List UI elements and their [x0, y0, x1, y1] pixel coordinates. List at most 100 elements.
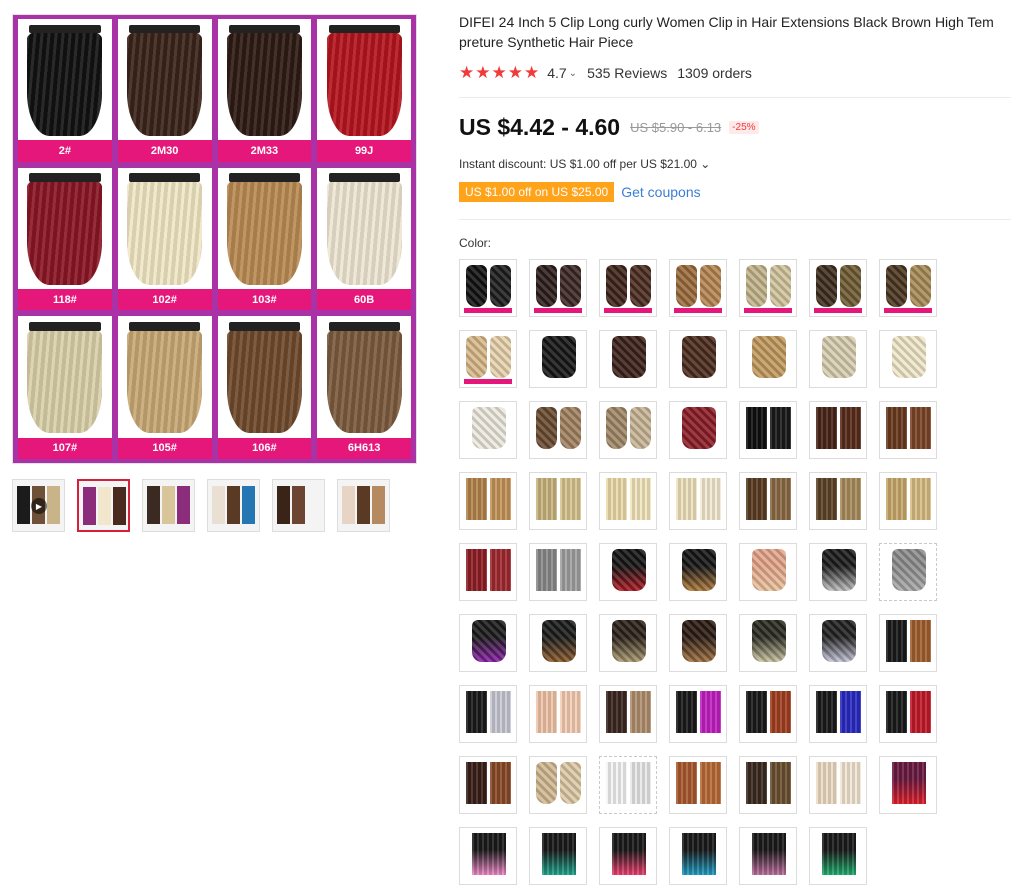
- hair-preview: [910, 478, 931, 520]
- color-option[interactable]: [529, 472, 587, 530]
- color-option[interactable]: [529, 401, 587, 459]
- hair-preview: [752, 620, 786, 662]
- color-option[interactable]: [739, 543, 797, 601]
- color-option[interactable]: [879, 614, 937, 672]
- rating-chevron-icon[interactable]: ⌄: [569, 68, 577, 79]
- hair-preview: [630, 762, 651, 804]
- color-option[interactable]: [459, 330, 517, 388]
- hair-clip: [29, 24, 101, 34]
- color-option[interactable]: [459, 685, 517, 743]
- color-option[interactable]: [529, 543, 587, 601]
- hair-preview: [752, 833, 786, 875]
- color-option[interactable]: [669, 756, 727, 814]
- color-option[interactable]: [669, 827, 727, 885]
- color-option[interactable]: [459, 543, 517, 601]
- color-option[interactable]: [809, 827, 867, 885]
- color-option[interactable]: [809, 543, 867, 601]
- rating-value[interactable]: 4.7: [547, 65, 566, 81]
- thumb-straight[interactable]: [272, 479, 325, 532]
- color-option[interactable]: [739, 330, 797, 388]
- color-option[interactable]: [669, 685, 727, 743]
- color-option[interactable]: [599, 259, 657, 317]
- thumb-steps[interactable]: [337, 479, 390, 532]
- color-option[interactable]: [739, 401, 797, 459]
- hair-preview: [536, 762, 557, 804]
- color-option[interactable]: [459, 259, 517, 317]
- color-option[interactable]: [599, 472, 657, 530]
- color-option[interactable]: [739, 685, 797, 743]
- swatch-code-label: 107#: [18, 437, 112, 459]
- thumb-video[interactable]: ▶: [12, 479, 65, 532]
- hair-preview: [910, 620, 931, 662]
- color-option[interactable]: [529, 756, 587, 814]
- color-option[interactable]: [809, 614, 867, 672]
- color-option[interactable]: [529, 614, 587, 672]
- hair-preview: [490, 691, 511, 733]
- color-option[interactable]: [739, 472, 797, 530]
- color-option[interactable]: [879, 472, 937, 530]
- hair-clip: [129, 322, 201, 331]
- hair-preview: [752, 549, 786, 591]
- color-option[interactable]: [739, 827, 797, 885]
- swatch-label-bar: [674, 308, 722, 313]
- thumbnail-hair-preview: [277, 486, 290, 524]
- thumb-grid-2[interactable]: [142, 479, 195, 532]
- color-option[interactable]: [879, 685, 937, 743]
- play-icon: ▶: [31, 498, 47, 514]
- swatch-code-label: 106#: [217, 437, 312, 459]
- color-option[interactable]: [599, 827, 657, 885]
- color-option[interactable]: [809, 259, 867, 317]
- main-product-image[interactable]: 2# 2M30 2M33 99J 118# 102# 103# 60B 107# 105# 106#…: [12, 14, 428, 464]
- thumb-model[interactable]: [207, 479, 260, 532]
- color-option[interactable]: [809, 330, 867, 388]
- reviews-link[interactable]: 535 Reviews: [587, 65, 667, 81]
- main-hair-swatch: 118#: [18, 167, 112, 311]
- main-hair-swatch: 103#: [217, 167, 312, 311]
- get-coupons-link[interactable]: Get coupons: [621, 184, 700, 200]
- color-option[interactable]: [529, 259, 587, 317]
- swatch-code-label: 99J: [317, 140, 411, 162]
- hair-piece: [127, 176, 203, 286]
- color-option[interactable]: [599, 614, 657, 672]
- hair-preview: [472, 620, 506, 662]
- color-option[interactable]: [459, 614, 517, 672]
- color-option[interactable]: [459, 401, 517, 459]
- color-option[interactable]: [459, 472, 517, 530]
- thumb-grid-selected[interactable]: [77, 479, 130, 532]
- color-option[interactable]: [809, 756, 867, 814]
- color-option[interactable]: [599, 330, 657, 388]
- swatch-code-label: 6H613: [317, 437, 411, 459]
- original-price: US $5.90 - 6.13: [630, 120, 722, 135]
- color-option[interactable]: [529, 685, 587, 743]
- color-option[interactable]: [739, 756, 797, 814]
- color-option[interactable]: [459, 827, 517, 885]
- color-option[interactable]: [879, 543, 937, 601]
- color-option[interactable]: [669, 401, 727, 459]
- instant-discount[interactable]: Instant discount: US $1.00 off per US $2…: [459, 157, 710, 171]
- color-option[interactable]: [809, 685, 867, 743]
- color-option[interactable]: [809, 401, 867, 459]
- color-option[interactable]: [739, 259, 797, 317]
- color-option[interactable]: [669, 259, 727, 317]
- color-option[interactable]: [669, 543, 727, 601]
- color-option[interactable]: [599, 685, 657, 743]
- thumbnail-hair-preview: [177, 486, 190, 524]
- hair-clip: [328, 24, 400, 34]
- color-option[interactable]: [529, 330, 587, 388]
- color-option[interactable]: [739, 614, 797, 672]
- thumbnail-hair-preview: [372, 486, 385, 524]
- color-option[interactable]: [529, 827, 587, 885]
- hair-preview: [490, 762, 511, 804]
- color-option[interactable]: [669, 330, 727, 388]
- color-option[interactable]: [879, 259, 937, 317]
- color-option[interactable]: [669, 472, 727, 530]
- color-option[interactable]: [879, 330, 937, 388]
- color-option[interactable]: [809, 472, 867, 530]
- color-option[interactable]: [669, 614, 727, 672]
- color-option[interactable]: [459, 756, 517, 814]
- color-option[interactable]: [599, 756, 657, 814]
- color-option[interactable]: [599, 543, 657, 601]
- color-option[interactable]: [879, 401, 937, 459]
- color-option[interactable]: [879, 756, 937, 814]
- color-option[interactable]: [599, 401, 657, 459]
